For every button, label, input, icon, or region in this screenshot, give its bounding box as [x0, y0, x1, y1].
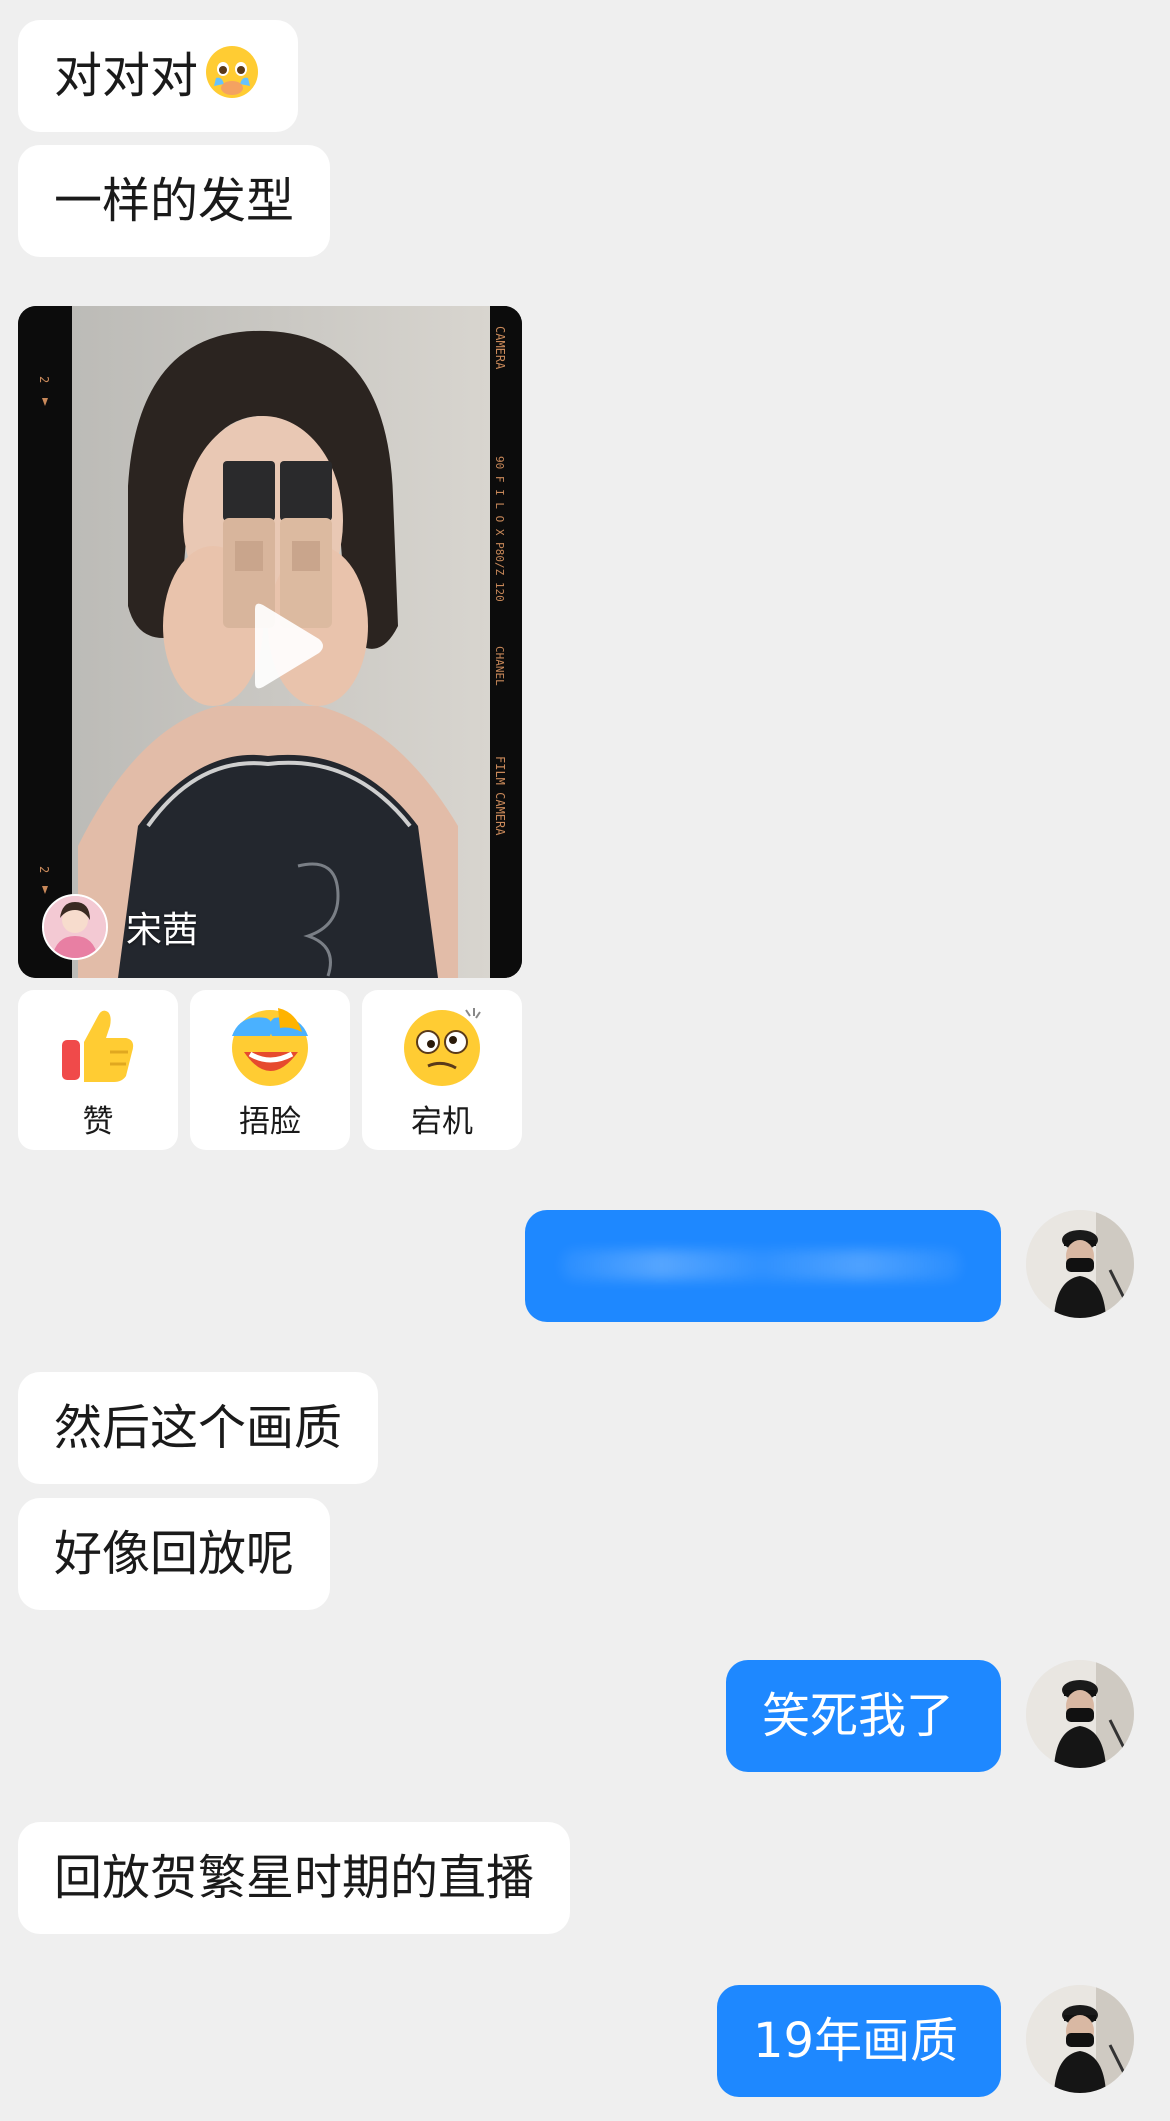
message-bubble-sent[interactable] [525, 1210, 1001, 1322]
author-name: 宋茜 [126, 910, 199, 951]
message-bubble-received[interactable]: 好像回放呢 [18, 1498, 331, 1610]
face-holding-back-tears-icon [206, 46, 259, 98]
film-text: CHANEL [493, 646, 506, 686]
video-author[interactable]: 宋茜 [42, 894, 198, 960]
user-avatar[interactable] [1026, 1210, 1134, 1318]
user-avatar[interactable] [1026, 1985, 1134, 2093]
reaction-label: 赞 [82, 1104, 114, 1140]
message-bubble-received[interactable]: 然后这个画质 [18, 1372, 379, 1484]
thumbs-up-icon [62, 1010, 134, 1082]
message-text: 然后这个画质 [54, 1400, 343, 1456]
reaction-label: 捂脸 [239, 1104, 301, 1140]
blurred-content [561, 1250, 961, 1280]
film-text: 90 F I L O X P80/Z 120 [493, 456, 506, 602]
message-bubble-received[interactable]: 对对对 [18, 20, 299, 132]
message-text: 好像回放呢 [54, 1526, 295, 1582]
message-bubble-sent[interactable]: 笑死我了 [726, 1660, 1001, 1772]
reaction-like-button[interactable]: 赞 [18, 990, 178, 1150]
reaction-facepalm-button[interactable]: 捂脸 [190, 990, 350, 1150]
message-bubble-received[interactable]: 一样的发型 [18, 145, 331, 257]
video-message-card[interactable]: CAMERA 90 F I L O X P80/Z 120 CHANEL FIL… [18, 306, 522, 978]
dizzy-face-icon [404, 1008, 481, 1086]
message-text: 回放贺繁星时期的直播 [54, 1850, 535, 1906]
film-text: FILM CAMERA [493, 756, 507, 836]
reaction-dizzy-button[interactable]: 宕机 [362, 990, 522, 1150]
film-text: CAMERA [493, 326, 507, 370]
message-text: 19年画质 [753, 2013, 959, 2069]
user-avatar[interactable] [1026, 1660, 1134, 1768]
message-text: 对对对 [54, 48, 199, 104]
message-bubble-received[interactable]: 回放贺繁星时期的直播 [18, 1822, 571, 1934]
author-avatar[interactable] [42, 894, 108, 960]
facepalm-icon [232, 1008, 308, 1086]
svg-text:2: 2 [37, 376, 51, 383]
svg-text:2: 2 [37, 866, 51, 873]
play-icon[interactable] [245, 601, 325, 691]
message-text: 笑死我了 [762, 1688, 955, 1744]
message-bubble-sent[interactable]: 19年画质 [717, 1985, 1001, 2097]
message-text: 一样的发型 [54, 173, 295, 229]
reaction-label: 宕机 [411, 1104, 473, 1140]
